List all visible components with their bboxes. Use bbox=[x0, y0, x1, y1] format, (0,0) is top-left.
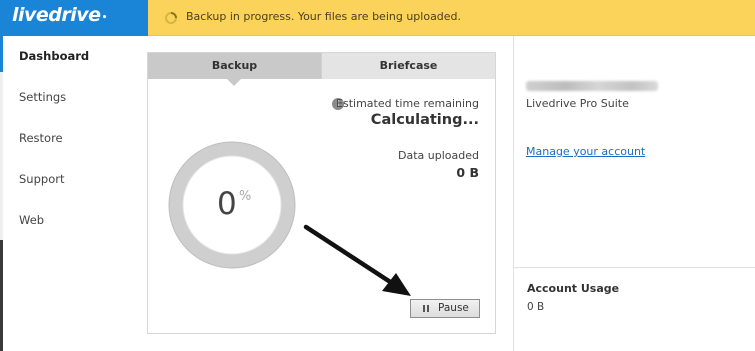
sidebar-item-web[interactable]: Web bbox=[19, 213, 44, 227]
logo-wordmark: livedrive bbox=[12, 4, 101, 26]
blurred-account-email bbox=[526, 81, 658, 91]
plan-name: Livedrive Pro Suite bbox=[526, 97, 629, 110]
backup-card: Backup Briefcase i Estimated time remain… bbox=[147, 52, 496, 334]
estimated-time-value: Calculating... bbox=[370, 112, 479, 128]
tab-briefcase[interactable]: Briefcase bbox=[321, 53, 495, 79]
manage-account-link[interactable]: Manage your account bbox=[526, 145, 645, 158]
progress-percent-sign: % bbox=[239, 189, 252, 204]
notification-text: Backup in progress. Your files are being… bbox=[186, 10, 462, 23]
active-tab-pointer bbox=[227, 79, 241, 86]
data-uploaded-value: 0 B bbox=[456, 165, 479, 180]
progress-percent-value: 0 bbox=[217, 186, 237, 222]
data-uploaded-label: Data uploaded bbox=[398, 149, 479, 162]
account-usage-divider bbox=[513, 267, 755, 268]
account-usage-value: 0 B bbox=[527, 301, 545, 313]
sidebar-item-restore[interactable]: Restore bbox=[19, 131, 63, 145]
tab-backup[interactable]: Backup bbox=[148, 53, 321, 79]
pause-button[interactable]: Pause bbox=[410, 299, 480, 318]
spinner-icon bbox=[165, 12, 177, 24]
right-panel-divider bbox=[513, 36, 514, 351]
left-edge-dark bbox=[0, 240, 3, 351]
livedrive-logo[interactable]: livedrive• bbox=[12, 4, 107, 26]
logo-dot: • bbox=[101, 13, 108, 23]
notification-bar: Backup in progress. Your files are being… bbox=[148, 0, 755, 36]
logo-bar: livedrive• bbox=[0, 0, 148, 36]
sidebar-item-settings[interactable]: Settings bbox=[19, 90, 66, 104]
pause-button-label: Pause bbox=[438, 302, 469, 314]
sidebar-item-support[interactable]: Support bbox=[19, 172, 64, 186]
active-nav-indicator bbox=[0, 36, 3, 72]
pause-icon bbox=[423, 305, 429, 312]
sidebar-item-dashboard[interactable]: Dashboard bbox=[19, 49, 89, 63]
account-usage-title: Account Usage bbox=[527, 282, 620, 295]
estimated-time-label: Estimated time remaining bbox=[336, 97, 479, 110]
annotation-arrow bbox=[303, 224, 411, 296]
